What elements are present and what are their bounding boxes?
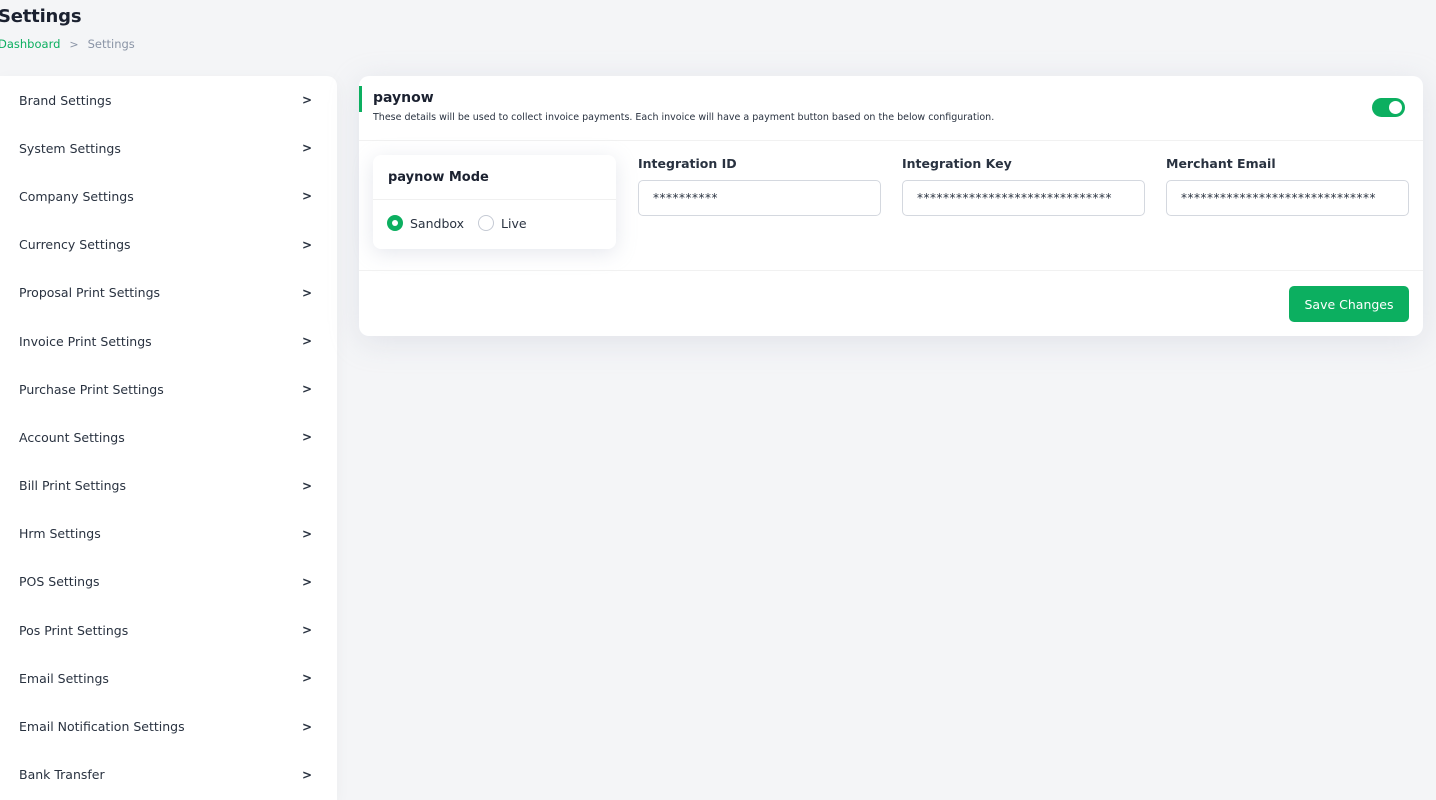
radio-sandbox-label: Sandbox: [410, 215, 465, 231]
breadcrumb: Dashboard > Settings: [0, 37, 135, 51]
save-changes-button[interactable]: Save Changes: [1289, 286, 1409, 322]
breadcrumb-separator-icon: >: [69, 37, 79, 51]
chevron-right-icon: >: [301, 382, 312, 397]
chevron-right-icon: >: [301, 93, 312, 108]
merchant-email-label: Merchant Email: [1166, 156, 1276, 171]
integration-key-input[interactable]: [902, 180, 1145, 216]
sidebar-item-company-settings[interactable]: Company Settings >: [0, 172, 337, 220]
radio-sandbox[interactable]: Sandbox: [387, 215, 464, 231]
sidebar-item-label: Email Settings: [19, 670, 109, 686]
chevron-right-icon: >: [301, 285, 312, 300]
card-header: paynow These details will be used to col…: [359, 76, 1423, 141]
sidebar-item-pos-print-settings[interactable]: Pos Print Settings >: [0, 606, 337, 654]
sidebar-item-email-notification-settings[interactable]: Email Notification Settings >: [0, 702, 337, 750]
sidebar-item-label: Email Notification Settings: [19, 719, 185, 735]
breadcrumb-current: Settings: [87, 37, 135, 51]
sidebar-item-purchase-print-settings[interactable]: Purchase Print Settings >: [0, 365, 337, 413]
sidebar-item-pos-settings[interactable]: POS Settings >: [0, 558, 337, 606]
breadcrumb-dashboard-link[interactable]: Dashboard: [0, 37, 60, 51]
sidebar-item-invoice-print-settings[interactable]: Invoice Print Settings >: [0, 317, 337, 365]
chevron-right-icon: >: [301, 671, 312, 686]
chevron-right-icon: >: [301, 141, 312, 156]
chevron-right-icon: >: [301, 189, 312, 204]
accent-bar: [359, 86, 362, 112]
sidebar-item-label: Purchase Print Settings: [19, 381, 164, 397]
integration-key-label: Integration Key: [902, 156, 1012, 171]
sidebar-item-account-settings[interactable]: Account Settings >: [0, 413, 337, 461]
settings-sidebar: Brand Settings > System Settings > Compa…: [0, 76, 337, 800]
page-header: Settings Dashboard > Settings: [0, 0, 1436, 70]
sidebar-item-bill-print-settings[interactable]: Bill Print Settings >: [0, 462, 337, 510]
chevron-right-icon: >: [301, 623, 312, 638]
card-footer: Save Changes: [359, 270, 1423, 336]
toggle-knob: [1389, 101, 1402, 114]
sidebar-item-label: Pos Print Settings: [19, 622, 129, 638]
chevron-right-icon: >: [301, 334, 312, 349]
sidebar-item-label: Invoice Print Settings: [19, 333, 152, 349]
card-title: paynow: [373, 90, 434, 106]
radio-checked-icon: [387, 215, 403, 231]
sidebar-item-system-settings[interactable]: System Settings >: [0, 124, 337, 172]
enable-paynow-toggle[interactable]: [1372, 98, 1405, 117]
sidebar-item-label: Company Settings: [19, 188, 134, 204]
paynow-mode-title: paynow Mode: [373, 155, 616, 200]
paynow-mode-box: paynow Mode Sandbox Live: [373, 155, 616, 249]
radio-unchecked-icon: [478, 215, 495, 231]
sidebar-item-hrm-settings[interactable]: Hrm Settings >: [0, 510, 337, 558]
sidebar-item-label: POS Settings: [19, 574, 100, 590]
card-description: These details will be used to collect in…: [373, 112, 995, 123]
integration-key-field: Integration Key: [902, 156, 1145, 216]
sidebar-item-label: Hrm Settings: [19, 526, 101, 542]
sidebar-item-label: Bill Print Settings: [19, 478, 126, 494]
sidebar-item-brand-settings[interactable]: Brand Settings >: [0, 76, 337, 124]
page-title: Settings: [0, 6, 82, 27]
mode-options: Sandbox Live: [373, 200, 616, 231]
integration-id-field: Integration ID: [638, 156, 881, 216]
paynow-settings-card: paynow These details will be used to col…: [359, 76, 1423, 336]
sidebar-item-label: Bank Transfer: [19, 767, 105, 783]
merchant-email-field: Merchant Email: [1166, 156, 1409, 216]
integration-id-label: Integration ID: [638, 156, 737, 171]
chevron-right-icon: >: [301, 430, 312, 445]
chevron-right-icon: >: [301, 526, 312, 541]
sidebar-item-label: Proposal Print Settings: [19, 285, 161, 301]
chevron-right-icon: >: [301, 574, 312, 589]
radio-live-label: Live: [501, 215, 527, 231]
merchant-email-input[interactable]: [1166, 180, 1409, 216]
integration-id-input[interactable]: [638, 180, 881, 216]
sidebar-item-currency-settings[interactable]: Currency Settings >: [0, 221, 337, 269]
radio-live[interactable]: Live: [478, 215, 527, 231]
chevron-right-icon: >: [301, 719, 312, 734]
sidebar-item-email-settings[interactable]: Email Settings >: [0, 654, 337, 702]
sidebar-item-label: Currency Settings: [19, 237, 131, 253]
chevron-right-icon: >: [301, 478, 312, 493]
sidebar-item-proposal-print-settings[interactable]: Proposal Print Settings >: [0, 269, 337, 317]
chevron-right-icon: >: [301, 767, 312, 782]
sidebar-item-bank-transfer[interactable]: Bank Transfer >: [0, 751, 337, 799]
sidebar-item-label: Brand Settings: [19, 92, 112, 108]
sidebar-item-label: System Settings: [19, 140, 121, 156]
chevron-right-icon: >: [301, 237, 312, 252]
sidebar-item-label: Account Settings: [19, 429, 125, 445]
